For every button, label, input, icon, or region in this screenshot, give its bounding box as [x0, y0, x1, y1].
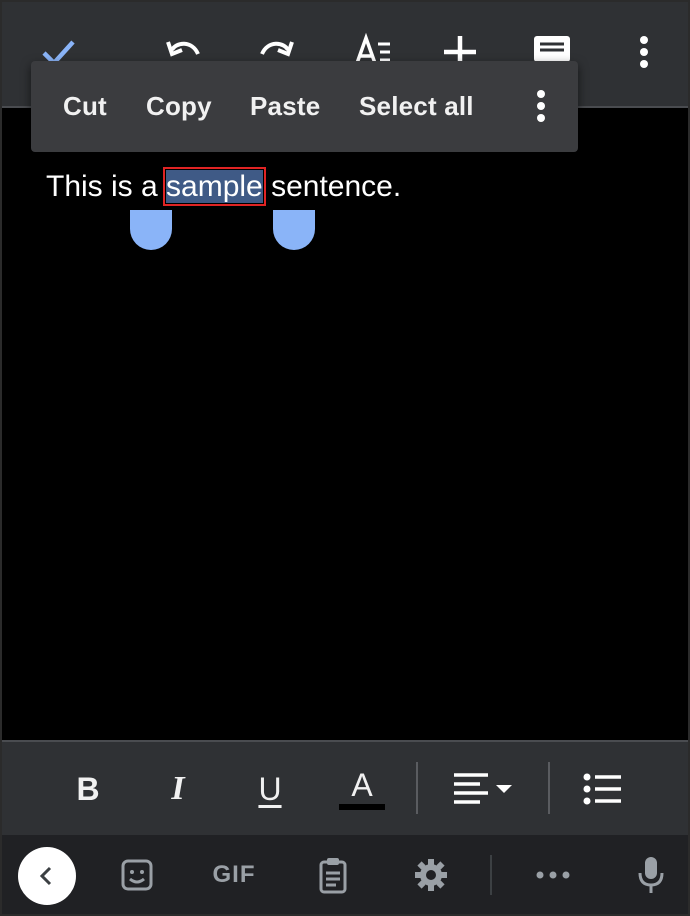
context-more-icon[interactable] — [519, 84, 563, 128]
text-color-button[interactable]: A — [338, 766, 386, 812]
align-left-icon — [454, 773, 512, 804]
bulleted-list-icon[interactable] — [578, 766, 628, 812]
chevron-left-icon — [39, 866, 52, 886]
gif-label: GIF — [212, 861, 256, 888]
microphone-icon[interactable] — [628, 851, 674, 899]
keyboard-divider — [490, 855, 492, 895]
format-divider — [548, 762, 550, 814]
select-all-menu-item[interactable]: Select all — [359, 61, 474, 152]
selection-end-handle[interactable] — [273, 210, 315, 250]
settings-gear-icon[interactable] — [408, 851, 454, 899]
clipboard-icon[interactable] — [310, 851, 356, 899]
underline-button[interactable]: U — [250, 766, 290, 812]
sticker-icon[interactable] — [114, 851, 160, 899]
text-selection-context-menu: Cut Copy Paste Select all — [31, 61, 578, 152]
text-before-selection: This is a — [46, 170, 167, 203]
gif-button[interactable]: GIF — [204, 851, 264, 899]
text-color-letter: A — [351, 767, 373, 803]
more-horiz-icon[interactable] — [530, 851, 576, 899]
keyboard-back-button[interactable] — [18, 847, 76, 905]
copy-menu-item[interactable]: Copy — [146, 61, 212, 152]
formatting-bar: B I U A — [0, 740, 690, 837]
format-divider — [416, 762, 418, 814]
cut-menu-item[interactable]: Cut — [63, 61, 107, 152]
keyboard-toolbar: GIF — [0, 835, 690, 916]
paste-menu-item[interactable]: Paste — [250, 61, 320, 152]
text-color-swatch — [339, 804, 385, 810]
more-vert-icon[interactable] — [622, 30, 666, 74]
document-text[interactable]: This is a sample sentence. — [46, 167, 402, 206]
align-dropdown-button[interactable] — [450, 766, 520, 812]
bold-button[interactable]: B — [70, 766, 106, 812]
text-after-selection: sentence. — [262, 170, 402, 203]
selected-word[interactable]: sample — [163, 167, 266, 206]
selection-start-handle[interactable] — [130, 210, 172, 250]
italic-button[interactable]: I — [160, 766, 196, 812]
